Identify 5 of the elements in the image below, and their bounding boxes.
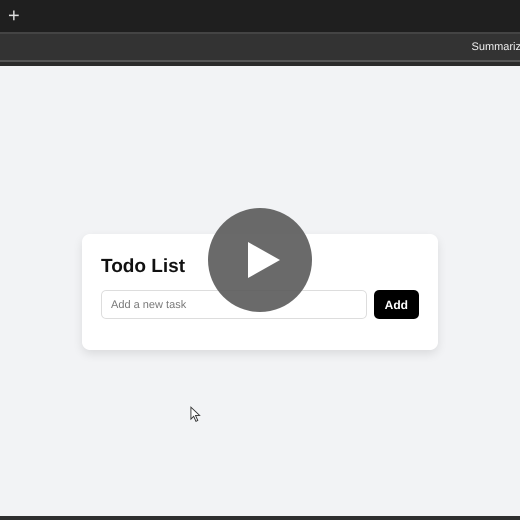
- mouse-cursor-icon: [190, 406, 201, 423]
- play-icon[interactable]: [208, 208, 312, 312]
- new-tab-button[interactable]: +: [4, 6, 24, 26]
- card-title: Todo List: [101, 256, 186, 278]
- add-button[interactable]: Add: [374, 290, 419, 319]
